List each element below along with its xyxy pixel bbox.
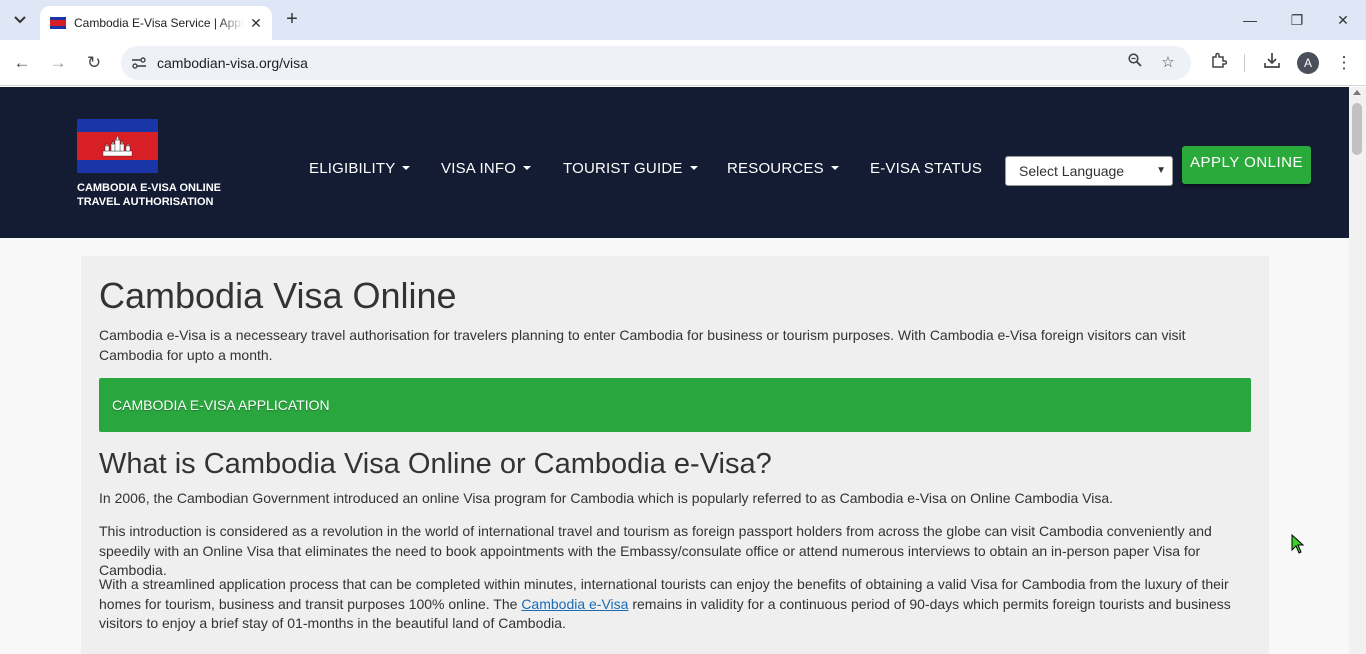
caret-down-icon (830, 166, 839, 170)
site-header: CAMBODIA E-VISA ONLINE TRAVEL AUTHORISAT… (0, 87, 1349, 238)
evisa-application-button[interactable]: CAMBODIA E-VISA APPLICATION (99, 378, 1251, 432)
nav-eligibility[interactable]: ELIGIBILITY (309, 160, 411, 177)
language-select[interactable]: Select Language ▼ (1005, 156, 1173, 186)
tab-search-button[interactable] (6, 7, 34, 33)
brand-line-1: CAMBODIA E-VISA ONLINE (77, 182, 222, 194)
brand-line-2: TRAVEL AUTHORISATION (77, 196, 214, 208)
scrollbar-thumb[interactable] (1352, 103, 1362, 155)
close-window-button[interactable]: ✕ (1331, 8, 1355, 32)
angkor-wat-icon (102, 135, 133, 157)
address-bar[interactable]: cambodian-visa.org/visa ☆ (121, 46, 1191, 80)
main-content: Cambodia Visa Online Cambodia e-Visa is … (81, 256, 1269, 654)
page-viewport: CAMBODIA E-VISA ONLINE TRAVEL AUTHORISAT… (0, 87, 1349, 654)
nav-visa-info-label: VISA INFO (441, 160, 517, 177)
intro-text: Cambodia e-Visa is a necesseary travel a… (99, 327, 1186, 363)
reload-button[interactable]: ↻ (83, 52, 105, 74)
mouse-cursor-icon (1291, 534, 1305, 554)
caret-down-icon (402, 166, 411, 170)
zoom-icon[interactable] (1124, 52, 1146, 74)
download-icon[interactable] (1261, 52, 1283, 74)
browser-toolbar: ← → ↻ cambodian-visa.org/visa ☆ A ⋮ (0, 40, 1366, 86)
nav-tourist-guide[interactable]: TOURIST GUIDE (563, 160, 698, 177)
apply-online-button[interactable]: APPLY ONLINE (1182, 146, 1311, 184)
bookmark-star-icon[interactable]: ☆ (1157, 52, 1179, 74)
chevron-down-icon: ▼ (1156, 165, 1166, 176)
page-scrollbar[interactable] (1349, 87, 1366, 654)
language-select-value: Select Language (1019, 163, 1125, 179)
nav-resources[interactable]: RESOURCES (727, 160, 839, 177)
nav-evisa-status[interactable]: E-VISA STATUS (870, 160, 982, 177)
site-info-icon[interactable] (127, 51, 151, 75)
more-menu-icon[interactable]: ⋮ (1333, 52, 1355, 74)
cambodia-flag-logo[interactable] (77, 119, 158, 173)
close-icon[interactable]: ✕ (248, 15, 264, 31)
caret-down-icon (689, 166, 698, 170)
paragraph-2: This introduction is considered as a rev… (99, 523, 1212, 578)
nav-visa-info[interactable]: VISA INFO (441, 160, 532, 177)
browser-tabbar: Cambodia E-Visa Service | Appl ✕ + — ❐ ✕ (0, 0, 1366, 40)
extensions-icon[interactable] (1207, 52, 1229, 74)
nav-evisa-status-label: E-VISA STATUS (870, 160, 983, 177)
section-heading: What is Cambodia Visa Online or Cambodia… (99, 448, 772, 480)
minimize-button[interactable]: — (1238, 8, 1262, 32)
nav-eligibility-label: ELIGIBILITY (309, 160, 396, 177)
restore-button[interactable]: ❐ (1285, 8, 1309, 32)
caret-down-icon (523, 166, 532, 170)
nav-resources-label: RESOURCES (727, 160, 824, 177)
browser-tab[interactable]: Cambodia E-Visa Service | Appl ✕ (40, 6, 272, 40)
scroll-up-arrow-icon[interactable] (1353, 90, 1361, 95)
tab-title: Cambodia E-Visa Service | Appl (74, 16, 244, 30)
new-tab-button[interactable]: + (280, 8, 304, 32)
nav-tourist-guide-label: TOURIST GUIDE (563, 160, 683, 177)
url-text: cambodian-visa.org/visa (157, 55, 308, 71)
profile-avatar[interactable]: A (1297, 52, 1319, 74)
brand-name[interactable]: CAMBODIA E-VISA ONLINE TRAVEL AUTHORISAT… (77, 181, 237, 209)
toolbar-separator (1244, 54, 1245, 72)
page-title: Cambodia Visa Online (99, 275, 457, 316)
cambodia-flag-favicon-icon (50, 17, 66, 29)
cambodia-evisa-link[interactable]: Cambodia e-Visa (521, 596, 628, 612)
back-button[interactable]: ← (11, 52, 33, 74)
chevron-down-icon (14, 16, 26, 24)
paragraph-3: With a streamlined application process t… (99, 575, 1249, 634)
forward-button[interactable]: → (47, 52, 69, 74)
paragraph-1: In 2006, the Cambodian Government introd… (99, 490, 1114, 506)
